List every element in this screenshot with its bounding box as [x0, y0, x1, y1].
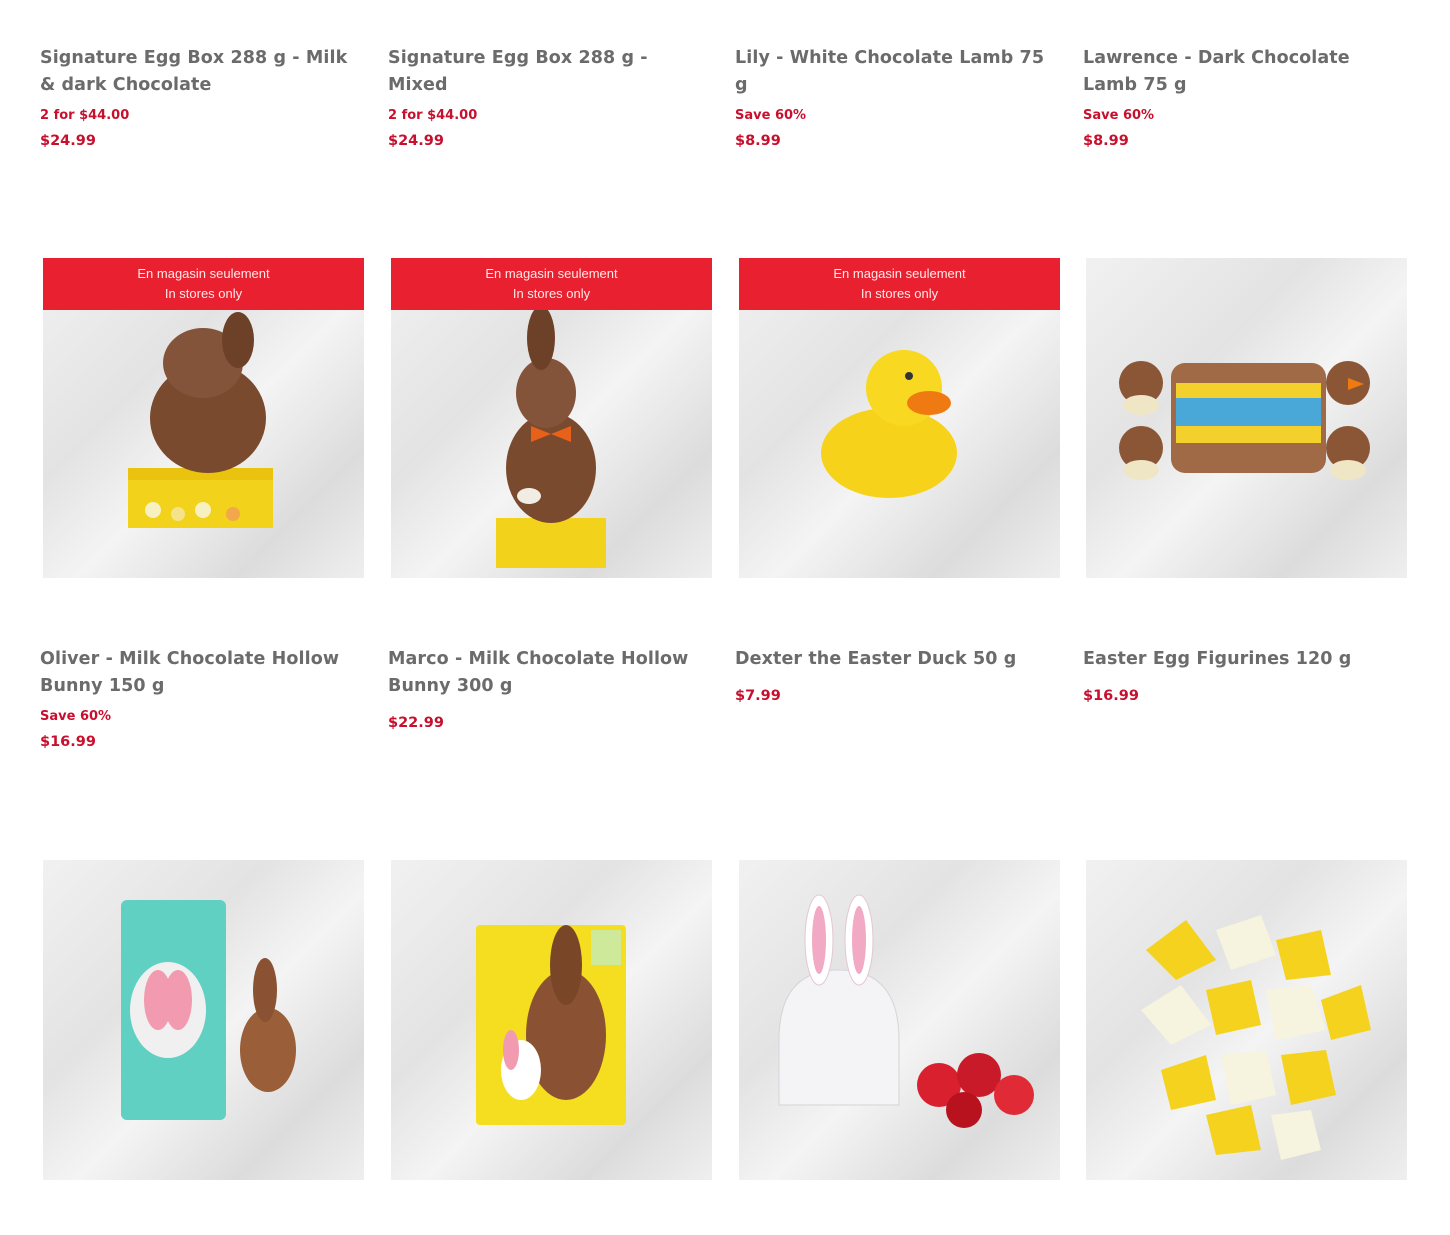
product-card[interactable]: Dexter the Easter Duck 50 g $7.99	[735, 646, 1059, 706]
product-title[interactable]: Signature Egg Box 288 g - Milk & dark Ch…	[40, 45, 364, 99]
product-price: $24.99	[388, 133, 444, 149]
promo-label: Save 60%	[735, 108, 807, 123]
product-price: $8.99	[735, 133, 781, 149]
promo-label: Save 60%	[1083, 108, 1155, 123]
promo-label: 2 for $44.00	[40, 108, 130, 123]
product-image-yellow-wrapped-chocolates[interactable]	[1086, 860, 1407, 1180]
in-store-only-banner: En magasin seulement In stores only	[43, 258, 364, 310]
product-image-easter-egg-figurines[interactable]	[1086, 258, 1407, 578]
product-card[interactable]: Lawrence - Dark Chocolate Lamb 75 g Save…	[1083, 45, 1407, 151]
product-card[interactable]: Lily - White Chocolate Lamb 75 g Save 60…	[735, 45, 1059, 151]
product-card[interactable]: Oliver - Milk Chocolate Hollow Bunny 150…	[40, 646, 364, 752]
product-price: $7.99	[735, 688, 781, 704]
product-card[interactable]: Signature Egg Box 288 g - Mixed 2 for $4…	[388, 45, 712, 151]
product-title[interactable]: Signature Egg Box 288 g - Mixed	[388, 45, 712, 99]
in-store-only-banner: En magasin seulement In stores only	[739, 258, 1060, 310]
product-image-oliver-bunny[interactable]: En magasin seulement In stores only	[43, 258, 364, 578]
product-title[interactable]: Marco - Milk Chocolate Hollow Bunny 300 …	[388, 646, 712, 700]
egg-figurines-illustration	[1119, 361, 1370, 480]
product-image-bunny-box-truffles[interactable]	[739, 860, 1060, 1180]
product-image-bunny-yellow-box[interactable]	[391, 860, 712, 1180]
product-card[interactable]: Marco - Milk Chocolate Hollow Bunny 300 …	[388, 646, 712, 733]
product-card[interactable]: Easter Egg Figurines 120 g $16.99	[1083, 646, 1407, 706]
bunny-box-and-truffles-illustration	[778, 894, 1034, 1128]
in-store-only-banner: En magasin seulement In stores only	[391, 258, 712, 310]
product-image-bunny-bar-teal[interactable]	[43, 860, 364, 1180]
teal-package-and-bunny-illustration	[121, 900, 296, 1120]
product-price: $24.99	[40, 133, 96, 149]
yellow-box-bunny-illustration	[476, 925, 626, 1125]
product-price: $22.99	[388, 715, 444, 731]
product-image-dexter-duck[interactable]: En magasin seulement In stores only	[739, 258, 1060, 578]
product-card[interactable]: Signature Egg Box 288 g - Milk & dark Ch…	[40, 45, 364, 151]
product-price: $16.99	[1083, 688, 1139, 704]
product-image-marco-bunny[interactable]: En magasin seulement In stores only	[391, 258, 712, 578]
promo-label: 2 for $44.00	[388, 108, 478, 123]
product-title[interactable]: Easter Egg Figurines 120 g	[1083, 646, 1407, 673]
product-title[interactable]: Oliver - Milk Chocolate Hollow Bunny 150…	[40, 646, 364, 700]
promo-label: Save 60%	[40, 709, 112, 724]
product-title[interactable]: Lawrence - Dark Chocolate Lamb 75 g	[1083, 45, 1407, 99]
yellow-wrapped-chocolates-illustration	[1141, 915, 1371, 1160]
product-price: $8.99	[1083, 133, 1129, 149]
product-price: $16.99	[40, 734, 96, 750]
product-title[interactable]: Dexter the Easter Duck 50 g	[735, 646, 1059, 673]
product-title[interactable]: Lily - White Chocolate Lamb 75 g	[735, 45, 1059, 99]
